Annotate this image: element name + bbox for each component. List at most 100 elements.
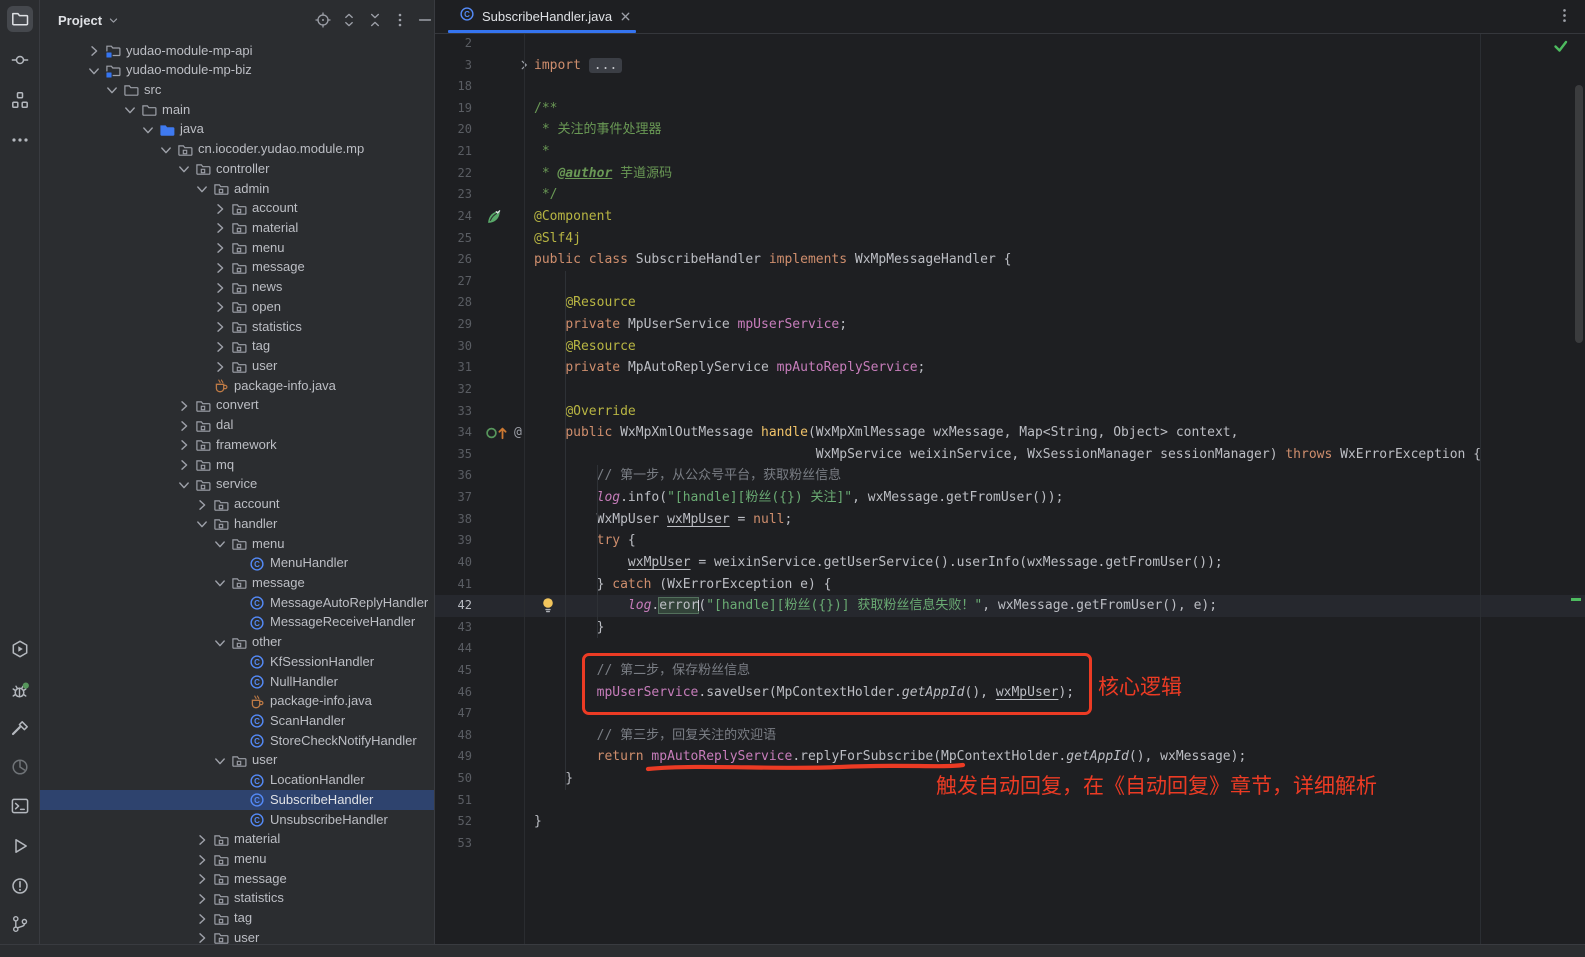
code-line-46[interactable]: 46 mpUserService.saveUser(MpContextHolde… <box>435 682 1585 704</box>
tree-item-src[interactable]: src <box>39 80 434 100</box>
locate-icon[interactable] <box>315 12 331 28</box>
line-number[interactable]: 37 <box>435 487 481 509</box>
code-text[interactable]: // 第一步，从公众号平台，获取粉丝信息 <box>534 465 841 487</box>
tree-item-messagereceivehandler[interactable]: CMessageReceiveHandler <box>39 613 434 633</box>
collapse-all-icon[interactable] <box>367 12 383 28</box>
chevron-right-icon[interactable] <box>194 832 210 848</box>
code-text[interactable]: public class SubscribeHandler implements… <box>534 249 1011 271</box>
code-text[interactable]: */ <box>534 184 557 206</box>
tree-item-handler[interactable]: handler <box>39 514 434 534</box>
tree-item-user[interactable]: user <box>39 357 434 377</box>
code-text[interactable]: @Component <box>534 206 612 228</box>
chevron-right-icon[interactable] <box>194 930 210 945</box>
code-line-37[interactable]: 37 log.info("[handle][粉丝({}) 关注]", wxMes… <box>435 487 1585 509</box>
code-line-18[interactable]: 18 <box>435 76 1585 98</box>
line-number[interactable]: 36 <box>435 465 481 487</box>
code-text[interactable]: } <box>534 811 542 833</box>
chevron-down-icon[interactable] <box>176 477 192 493</box>
line-number[interactable]: 28 <box>435 292 481 314</box>
line-number[interactable]: 30 <box>435 336 481 358</box>
code-text[interactable]: private MpAutoReplyService mpAutoReplySe… <box>534 357 925 379</box>
chevron-right-icon[interactable] <box>194 497 210 513</box>
code-text[interactable]: * <box>534 141 550 163</box>
code-text[interactable]: } catch (WxErrorException e) { <box>534 574 831 596</box>
tree-item-framework[interactable]: framework <box>39 435 434 455</box>
line-number[interactable]: 2 <box>435 33 481 55</box>
line-number[interactable]: 33 <box>435 401 481 423</box>
tree-item-kfsessionhandler[interactable]: CKfSessionHandler <box>39 652 434 672</box>
code-text[interactable]: @Override <box>534 401 636 423</box>
code-line-44[interactable]: 44 <box>435 638 1585 660</box>
code-line-40[interactable]: 40 wxMpUser = weixinService.getUserServi… <box>435 552 1585 574</box>
chevron-right-icon[interactable] <box>212 280 228 296</box>
code-text[interactable]: @Resource <box>534 336 636 358</box>
debug-icon[interactable] <box>7 678 33 704</box>
line-number[interactable]: 22 <box>435 163 481 185</box>
chevron-down-icon[interactable] <box>104 82 120 98</box>
inspections-ok-check-icon[interactable] <box>1553 39 1568 53</box>
chevron-right-icon[interactable] <box>212 220 228 236</box>
code-line-25[interactable]: 25@Slf4j <box>435 228 1585 250</box>
code-text[interactable]: @Resource <box>534 292 636 314</box>
chevron-down-icon[interactable] <box>140 122 156 138</box>
code-line-32[interactable]: 32 <box>435 379 1585 401</box>
code-line-29[interactable]: 29 private MpUserService mpUserService; <box>435 314 1585 336</box>
chevron-right-icon[interactable] <box>176 398 192 414</box>
line-number[interactable]: 27 <box>435 271 481 293</box>
code-line-43[interactable]: 43 } <box>435 617 1585 639</box>
code-line-22[interactable]: 22 * @author 芋道源码 <box>435 163 1585 185</box>
code-line-47[interactable]: 47 <box>435 703 1585 725</box>
line-number[interactable]: 48 <box>435 725 481 747</box>
hide-icon[interactable] <box>417 12 433 28</box>
line-number[interactable]: 40 <box>435 552 481 574</box>
code-line-35[interactable]: 35 WxMpService weixinService, WxSessionM… <box>435 444 1585 466</box>
line-number[interactable]: 53 <box>435 833 481 855</box>
chevron-down-icon[interactable] <box>212 635 228 651</box>
code-text[interactable]: log.error("[handle][粉丝({})] 获取粉丝信息失败！", … <box>534 595 1217 617</box>
code-text[interactable]: /** <box>534 98 557 120</box>
code-text[interactable]: private MpUserService mpUserService; <box>534 314 847 336</box>
code-line-28[interactable]: 28 @Resource <box>435 292 1585 314</box>
code-line-24[interactable]: 24@Component <box>435 206 1585 228</box>
tree-item-main[interactable]: main <box>39 100 434 120</box>
chevron-down-icon[interactable] <box>158 142 174 158</box>
tree-item-news[interactable]: news <box>39 278 434 298</box>
tree-item-menu[interactable]: menu <box>39 534 434 554</box>
code-line-34[interactable]: 34@ public WxMpXmlOutMessage handle(WxMp… <box>435 422 1585 444</box>
code-line-26[interactable]: 26 public class SubscribeHandler implemen… <box>435 249 1585 271</box>
code-line-48[interactable]: 48 // 第三步，回复关注的欢迎语 <box>435 725 1585 747</box>
line-number[interactable]: 32 <box>435 379 481 401</box>
line-number[interactable]: 49 <box>435 746 481 768</box>
code-line-19[interactable]: 19 /** <box>435 98 1585 120</box>
code-line-52[interactable]: 52} <box>435 811 1585 833</box>
options-icon[interactable] <box>392 12 408 28</box>
code-text[interactable]: } <box>534 768 573 790</box>
code-line-30[interactable]: 30 @Resource <box>435 336 1585 358</box>
chevron-right-icon[interactable] <box>176 457 192 473</box>
tree-item-yudao-module-mp-biz[interactable]: yudao-module-mp-biz <box>39 61 434 81</box>
chevron-down-icon[interactable] <box>122 102 138 118</box>
tree-item-tag[interactable]: tag <box>39 337 434 357</box>
tree-item-account[interactable]: account <box>39 199 434 219</box>
tree-item-menuhandler[interactable]: CMenuHandler <box>39 554 434 574</box>
line-number[interactable]: 26 <box>435 249 481 271</box>
line-number[interactable]: 47 <box>435 703 481 725</box>
line-number[interactable]: 35 <box>435 444 481 466</box>
chevron-right-icon[interactable] <box>194 891 210 907</box>
line-number[interactable]: 25 <box>435 228 481 250</box>
chevron-right-icon[interactable] <box>176 418 192 434</box>
tree-item-cn-iocoder-yudao-module-mp[interactable]: cn.iocoder.yudao.module.mp <box>39 140 434 160</box>
structure-icon[interactable] <box>7 87 33 113</box>
project-panel-title[interactable]: Project <box>58 13 102 28</box>
more-vertical-icon[interactable] <box>1556 7 1573 24</box>
line-number[interactable]: 51 <box>435 790 481 812</box>
tree-item-storechecknotifyhandler[interactable]: CStoreCheckNotifyHandler <box>39 731 434 751</box>
line-number[interactable]: 19 <box>435 98 481 120</box>
line-number[interactable]: 34 <box>435 422 481 444</box>
tree-item-statistics[interactable]: statistics <box>39 889 434 909</box>
code-text[interactable]: // 第二步，保存粉丝信息 <box>534 660 750 682</box>
build-icon[interactable] <box>7 716 33 742</box>
line-number[interactable]: 29 <box>435 314 481 336</box>
run-icon[interactable] <box>7 833 33 859</box>
code-line-33[interactable]: 33 @Override <box>435 401 1585 423</box>
